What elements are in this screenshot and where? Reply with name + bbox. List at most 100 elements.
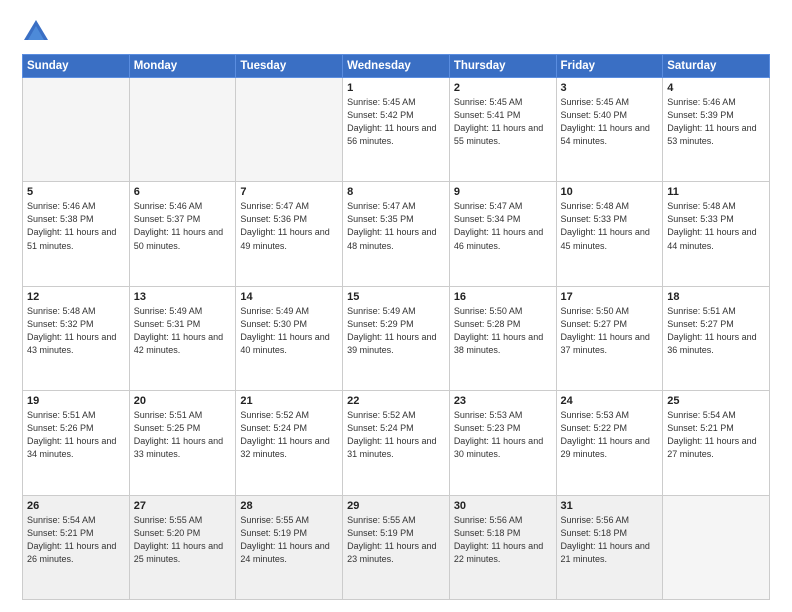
day-number: 4 [667, 82, 765, 94]
calendar-cell: 4 Sunrise: 5:46 AMSunset: 5:39 PMDaylight… [663, 78, 770, 182]
week-row-5: 26Sunrise: 5:54 AMSunset: 5:21 PMDayligh… [23, 495, 770, 599]
day-number: 26 [27, 500, 125, 512]
day-info: Sunrise: 5:46 AMSunset: 5:37 PMDaylight:… [134, 200, 232, 252]
day-number: 27 [134, 500, 232, 512]
calendar-cell: 20 Sunrise: 5:51 AMSunset: 5:25 PMDayligh… [129, 391, 236, 495]
calendar-cell [236, 78, 343, 182]
day-info: Sunrise: 5:45 AMSunset: 5:40 PMDaylight:… [561, 96, 659, 148]
calendar-cell: 24 Sunrise: 5:53 AMSunset: 5:22 PMDayligh… [556, 391, 663, 495]
calendar-cell [663, 495, 770, 599]
week-row-3: 12Sunrise: 5:48 AMSunset: 5:32 PMDayligh… [23, 286, 770, 390]
calendar-cell: 9 Sunrise: 5:47 AMSunset: 5:34 PMDaylight… [449, 182, 556, 286]
day-info: Sunrise: 5:48 AMSunset: 5:33 PMDaylight:… [561, 200, 659, 252]
day-number: 28 [240, 500, 338, 512]
day-info: Sunrise: 5:53 AMSunset: 5:22 PMDaylight:… [561, 409, 659, 461]
day-info: Sunrise: 5:46 AMSunset: 5:39 PMDaylight:… [667, 96, 765, 148]
day-info: Sunrise: 5:47 AMSunset: 5:36 PMDaylight:… [240, 200, 338, 252]
day-info: Sunrise: 5:49 AMSunset: 5:31 PMDaylight:… [134, 305, 232, 357]
calendar-cell: 14Sunrise: 5:49 AMSunset: 5:30 PMDayligh… [236, 286, 343, 390]
day-info: Sunrise: 5:52 AMSunset: 5:24 PMDaylight:… [240, 409, 338, 461]
day-number: 16 [454, 291, 552, 303]
day-info: Sunrise: 5:53 AMSunset: 5:23 PMDaylight:… [454, 409, 552, 461]
calendar-cell: 10 Sunrise: 5:48 AMSunset: 5:33 PMDayligh… [556, 182, 663, 286]
calendar-cell: 22 Sunrise: 5:52 AMSunset: 5:24 PMDayligh… [343, 391, 450, 495]
week-row-4: 19 Sunrise: 5:51 AMSunset: 5:26 PMDayligh… [23, 391, 770, 495]
calendar-cell: 6 Sunrise: 5:46 AMSunset: 5:37 PMDaylight… [129, 182, 236, 286]
day-number: 18 [667, 291, 765, 303]
calendar-cell: 13 Sunrise: 5:49 AMSunset: 5:31 PMDayligh… [129, 286, 236, 390]
weekday-header-monday: Monday [129, 55, 236, 78]
calendar-cell: 11Sunrise: 5:48 AMSunset: 5:33 PMDayligh… [663, 182, 770, 286]
day-number: 20 [134, 395, 232, 407]
calendar-cell: 29 Sunrise: 5:55 AMSunset: 5:19 PMDayligh… [343, 495, 450, 599]
weekday-header-saturday: Saturday [663, 55, 770, 78]
day-number: 15 [347, 291, 445, 303]
calendar-cell: 5 Sunrise: 5:46 AMSunset: 5:38 PMDaylight… [23, 182, 130, 286]
week-row-1: 1Sunrise: 5:45 AMSunset: 5:42 PMDaylight… [23, 78, 770, 182]
day-number: 23 [454, 395, 552, 407]
day-number: 21 [240, 395, 338, 407]
day-info: Sunrise: 5:49 AMSunset: 5:29 PMDaylight:… [347, 305, 445, 357]
day-number: 7 [240, 186, 338, 198]
day-info: Sunrise: 5:54 AMSunset: 5:21 PMDaylight:… [667, 409, 765, 461]
logo-icon [22, 18, 50, 46]
day-info: Sunrise: 5:50 AMSunset: 5:28 PMDaylight:… [454, 305, 552, 357]
day-info: Sunrise: 5:46 AMSunset: 5:38 PMDaylight:… [27, 200, 125, 252]
day-number: 10 [561, 186, 659, 198]
day-number: 3 [561, 82, 659, 94]
day-number: 14 [240, 291, 338, 303]
day-info: Sunrise: 5:51 AMSunset: 5:27 PMDaylight:… [667, 305, 765, 357]
day-number: 22 [347, 395, 445, 407]
day-number: 8 [347, 186, 445, 198]
day-number: 9 [454, 186, 552, 198]
day-info: Sunrise: 5:47 AMSunset: 5:35 PMDaylight:… [347, 200, 445, 252]
weekday-header-sunday: Sunday [23, 55, 130, 78]
day-number: 19 [27, 395, 125, 407]
day-info: Sunrise: 5:56 AMSunset: 5:18 PMDaylight:… [454, 514, 552, 566]
calendar-cell: 3 Sunrise: 5:45 AMSunset: 5:40 PMDaylight… [556, 78, 663, 182]
day-info: Sunrise: 5:45 AMSunset: 5:41 PMDaylight:… [454, 96, 552, 148]
weekday-header-thursday: Thursday [449, 55, 556, 78]
calendar-cell: 27 Sunrise: 5:55 AMSunset: 5:20 PMDayligh… [129, 495, 236, 599]
day-info: Sunrise: 5:51 AMSunset: 5:25 PMDaylight:… [134, 409, 232, 461]
calendar-cell [23, 78, 130, 182]
calendar-cell: 23 Sunrise: 5:53 AMSunset: 5:23 PMDayligh… [449, 391, 556, 495]
calendar-cell: 19 Sunrise: 5:51 AMSunset: 5:26 PMDayligh… [23, 391, 130, 495]
day-number: 29 [347, 500, 445, 512]
weekday-header-tuesday: Tuesday [236, 55, 343, 78]
calendar-cell: 18 Sunrise: 5:51 AMSunset: 5:27 PMDayligh… [663, 286, 770, 390]
day-number: 11 [667, 186, 765, 198]
calendar-cell: 16 Sunrise: 5:50 AMSunset: 5:28 PMDayligh… [449, 286, 556, 390]
calendar-cell: 28Sunrise: 5:55 AMSunset: 5:19 PMDayligh… [236, 495, 343, 599]
week-row-2: 5 Sunrise: 5:46 AMSunset: 5:38 PMDaylight… [23, 182, 770, 286]
calendar-cell: 31Sunrise: 5:56 AMSunset: 5:18 PMDayligh… [556, 495, 663, 599]
day-info: Sunrise: 5:55 AMSunset: 5:19 PMDaylight:… [347, 514, 445, 566]
day-info: Sunrise: 5:56 AMSunset: 5:18 PMDaylight:… [561, 514, 659, 566]
calendar-cell: 7 Sunrise: 5:47 AMSunset: 5:36 PMDaylight… [236, 182, 343, 286]
day-info: Sunrise: 5:55 AMSunset: 5:20 PMDaylight:… [134, 514, 232, 566]
day-number: 5 [27, 186, 125, 198]
header [22, 18, 770, 46]
calendar-cell: 1Sunrise: 5:45 AMSunset: 5:42 PMDaylight… [343, 78, 450, 182]
day-number: 30 [454, 500, 552, 512]
day-info: Sunrise: 5:52 AMSunset: 5:24 PMDaylight:… [347, 409, 445, 461]
day-number: 17 [561, 291, 659, 303]
day-number: 13 [134, 291, 232, 303]
calendar-cell: 12Sunrise: 5:48 AMSunset: 5:32 PMDayligh… [23, 286, 130, 390]
logo [22, 18, 54, 46]
day-info: Sunrise: 5:50 AMSunset: 5:27 PMDaylight:… [561, 305, 659, 357]
weekday-header-friday: Friday [556, 55, 663, 78]
day-number: 25 [667, 395, 765, 407]
day-number: 6 [134, 186, 232, 198]
weekday-header-row: SundayMondayTuesdayWednesdayThursdayFrid… [23, 55, 770, 78]
calendar-cell: 17 Sunrise: 5:50 AMSunset: 5:27 PMDayligh… [556, 286, 663, 390]
day-number: 2 [454, 82, 552, 94]
day-number: 24 [561, 395, 659, 407]
day-info: Sunrise: 5:47 AMSunset: 5:34 PMDaylight:… [454, 200, 552, 252]
calendar-cell: 15 Sunrise: 5:49 AMSunset: 5:29 PMDayligh… [343, 286, 450, 390]
day-number: 1 [347, 82, 445, 94]
day-info: Sunrise: 5:51 AMSunset: 5:26 PMDaylight:… [27, 409, 125, 461]
calendar-cell: 25 Sunrise: 5:54 AMSunset: 5:21 PMDayligh… [663, 391, 770, 495]
weekday-header-wednesday: Wednesday [343, 55, 450, 78]
day-info: Sunrise: 5:48 AMSunset: 5:32 PMDaylight:… [27, 305, 125, 357]
